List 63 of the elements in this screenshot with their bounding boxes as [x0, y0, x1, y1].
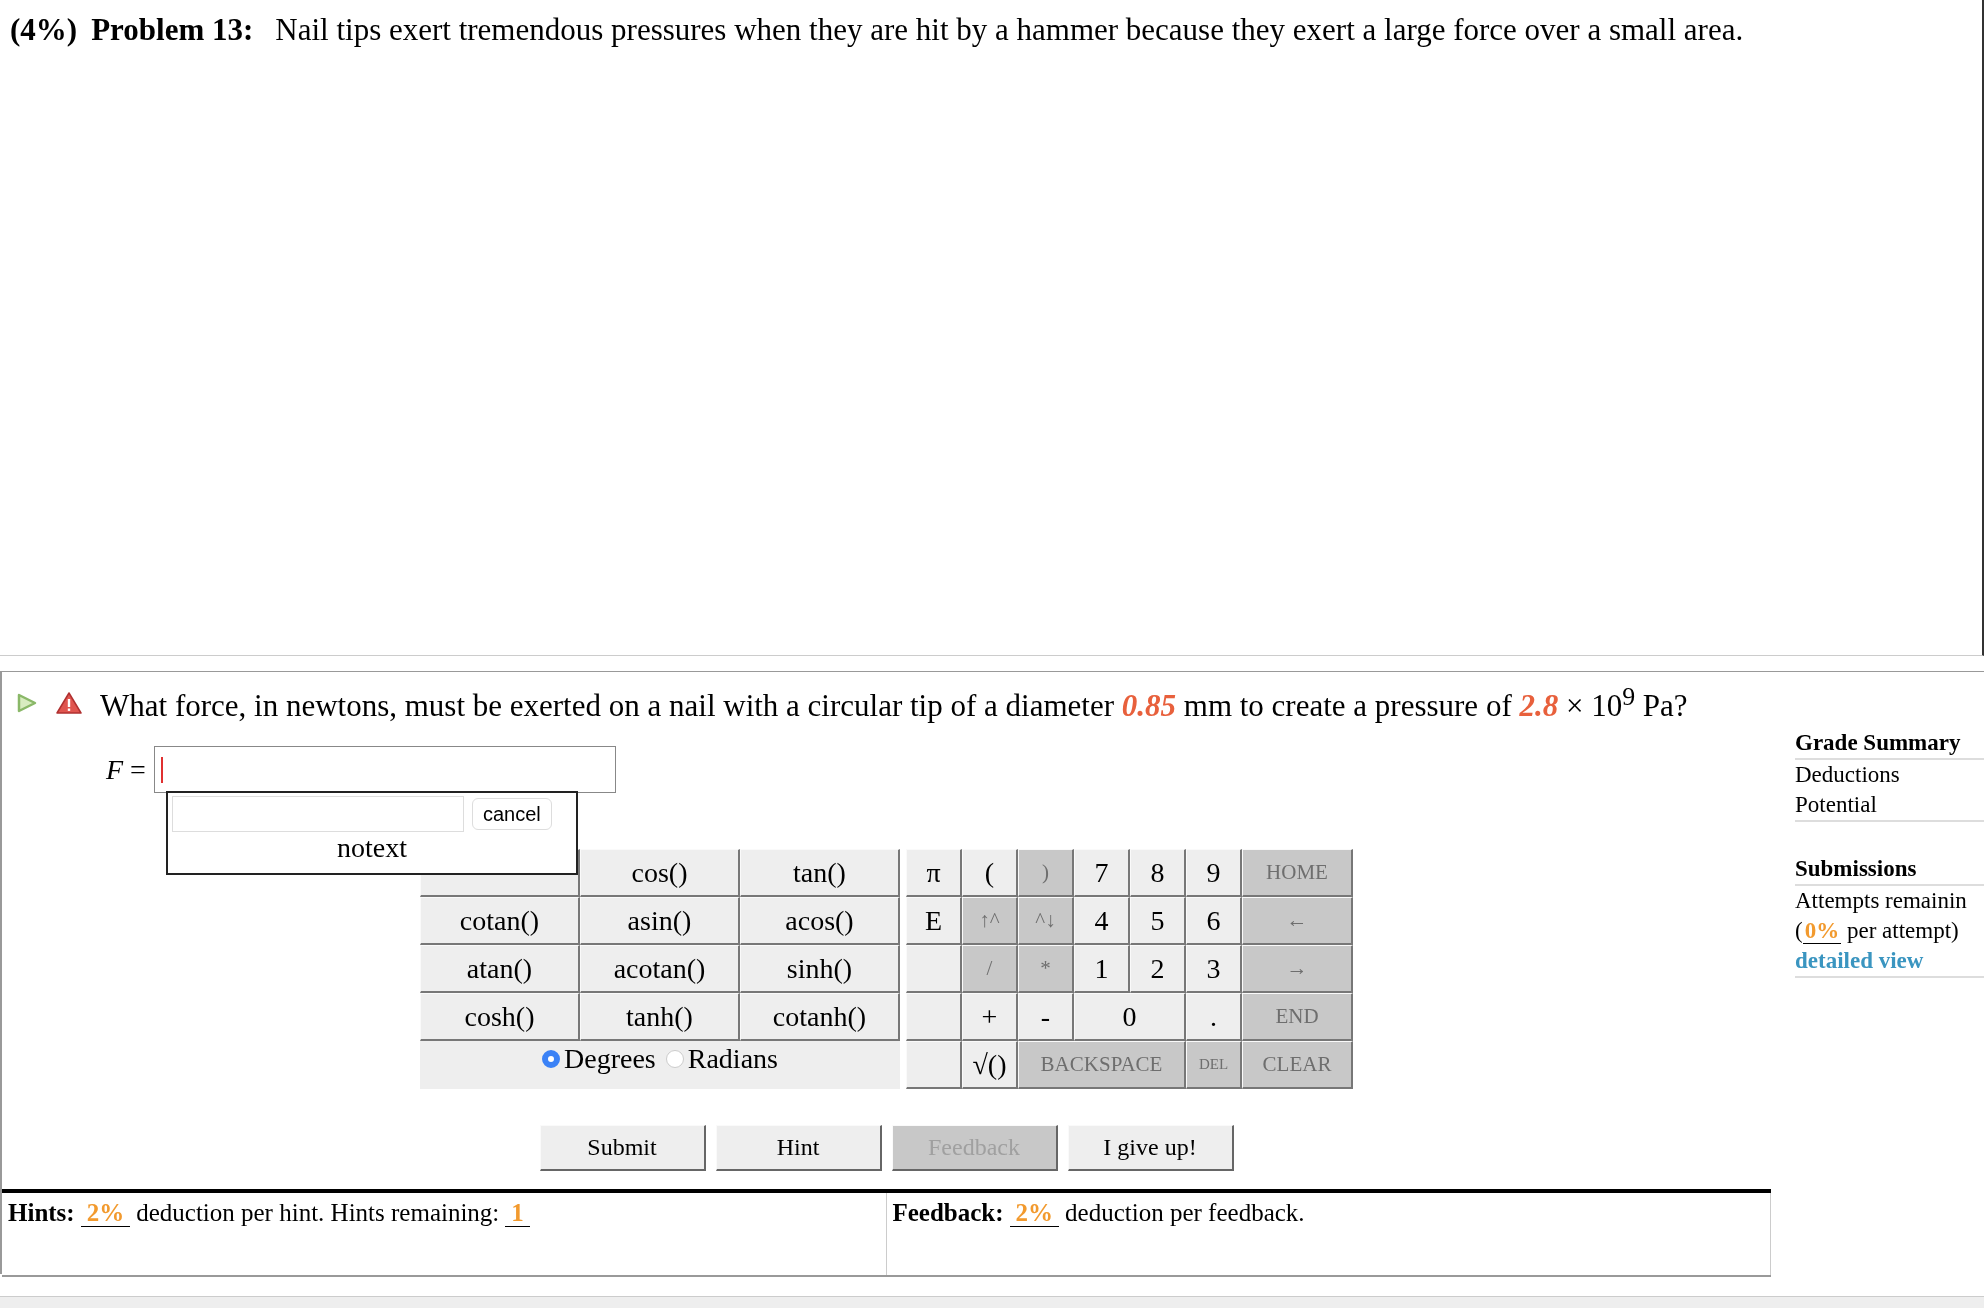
question-text: What force, in newtons, must be exerted on a nail with a circular tip of a diameter 0.85 mm to create a pressure of 2.8 × 10$^{9}$ Pa?	[100, 681, 1688, 725]
attempts-label: Attempts remainin	[1795, 887, 1968, 915]
action-button[interactable]: I give up!	[1067, 1125, 1234, 1171]
keypad-key[interactable]: 5	[1130, 897, 1186, 945]
radio-label: Degrees	[564, 1043, 656, 1075]
problem-label: Problem 13:	[91, 12, 254, 47]
keypad-key[interactable]: +	[962, 993, 1018, 1041]
radio-label: Radians	[687, 1043, 778, 1075]
keypad-key[interactable]: 4	[1074, 897, 1130, 945]
keypad-key[interactable]: 7	[1074, 849, 1130, 897]
bracket-text: (	[1795, 918, 1803, 943]
deduction-value: 0%	[1802, 918, 1842, 944]
section-title: Grade Summary	[1795, 728, 1984, 760]
blank-key	[906, 1041, 962, 1089]
keypad-key[interactable]: 8	[1130, 849, 1186, 897]
keypad-key[interactable]: .	[1186, 993, 1242, 1041]
keypad-key[interactable]: E	[906, 897, 962, 945]
play-icon[interactable]	[16, 692, 38, 714]
radio-button[interactable]	[542, 1050, 560, 1068]
feedback-label: Feedback:	[892, 1199, 1004, 1226]
function-key[interactable]: cotanh()	[740, 993, 900, 1041]
action-button[interactable]: Submit	[539, 1125, 706, 1171]
function-key[interactable]: cosh()	[420, 993, 580, 1041]
keypad-key[interactable]: 2	[1130, 945, 1186, 993]
function-key[interactable]: cotan()	[420, 897, 580, 945]
cancel-button[interactable]: cancel	[472, 798, 552, 830]
popup-message: notext	[337, 832, 407, 864]
hints-text: deduction per hint. Hints remaining:	[136, 1199, 500, 1226]
keypad-key[interactable]: 0	[1074, 993, 1186, 1041]
keypad-key[interactable]: √()	[962, 1041, 1018, 1089]
hint-deduction-value: 2%	[80, 1199, 131, 1227]
keypad-key[interactable]: π	[906, 849, 962, 897]
function-key[interactable]: acos()	[740, 897, 900, 945]
keypad-key[interactable]: -	[1018, 993, 1074, 1041]
function-key[interactable]: atan()	[420, 945, 580, 993]
blank-key	[906, 993, 962, 1041]
per-attempt-text: per attempt)	[1846, 918, 1959, 943]
popup-input-field[interactable]	[172, 796, 464, 832]
radio-button[interactable]	[665, 1050, 684, 1068]
summary-label: Deductions	[1795, 761, 1901, 789]
answer-label: F =	[106, 753, 146, 786]
hints-label: Hints:	[8, 1199, 75, 1226]
keypad-key[interactable]: (	[962, 849, 1018, 897]
function-key[interactable]: acotan()	[580, 945, 740, 993]
keypad-key[interactable]: 1	[1074, 945, 1130, 993]
summary-label: Potential	[1795, 791, 1878, 819]
function-key[interactable]: cos()	[580, 849, 740, 897]
keypad-key[interactable]: 6	[1186, 897, 1242, 945]
keypad-key[interactable]: 3	[1186, 945, 1242, 993]
function-key[interactable]: tanh()	[580, 993, 740, 1041]
problem-weight: (4%)	[10, 12, 78, 47]
function-key[interactable]: sinh()	[740, 945, 900, 993]
problem-statement: Nail tips exert tremendous pressures when they are hit by a hammer because they exert a large force over a small area.	[275, 12, 1744, 47]
keypad-key[interactable]: 9	[1186, 849, 1242, 897]
function-key[interactable]: tan()	[740, 849, 900, 897]
feedback-text: deduction per feedback.	[1065, 1199, 1305, 1226]
action-button[interactable]: Hint	[715, 1125, 882, 1171]
warning-icon	[56, 691, 82, 715]
blank-key	[906, 945, 962, 993]
hints-remaining-value: 1	[505, 1199, 530, 1227]
feedback-deduction-value: 2%	[1009, 1199, 1060, 1227]
function-key[interactable]: asin()	[580, 897, 740, 945]
section-title: Submissions	[1795, 854, 1984, 886]
